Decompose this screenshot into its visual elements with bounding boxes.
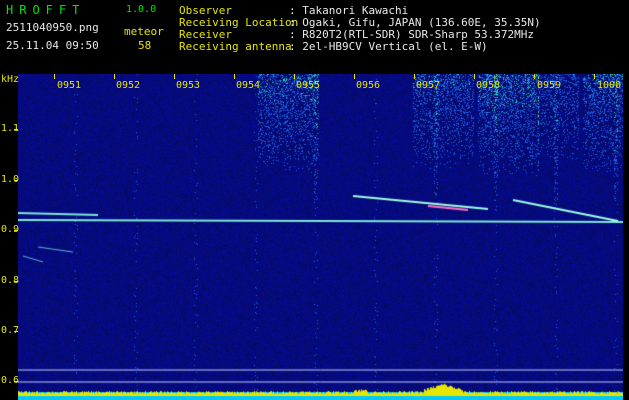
time-tick xyxy=(534,74,535,79)
time-tick-label: 0951 xyxy=(57,80,82,91)
y-tick xyxy=(14,281,18,282)
time-tick xyxy=(54,74,55,79)
time-tick xyxy=(234,74,235,79)
time-tick xyxy=(174,74,175,79)
time-tick xyxy=(414,74,415,79)
time-tick-label: 0955 xyxy=(296,80,321,91)
app-version: 1.0.0 xyxy=(126,4,157,15)
header-panel: HROFFT 1.0.0 2511040950.png 25.11.04 09:… xyxy=(0,0,629,74)
info-value-antenna: : 2el-HB9CV Vertical (el. E-W) xyxy=(289,40,488,53)
right-border xyxy=(623,74,629,400)
time-tick-label: 0952 xyxy=(116,80,141,91)
file-name: 2511040950.png xyxy=(6,21,99,34)
time-tick-label: 0958 xyxy=(476,80,501,91)
time-tick-label: 0954 xyxy=(236,80,261,91)
y-tick xyxy=(14,331,18,332)
time-tick-label: 0959 xyxy=(537,80,562,91)
axis-unit: kHz xyxy=(1,74,20,85)
time-tick xyxy=(294,74,295,79)
y-tick xyxy=(14,230,18,231)
app-logo: HROFFT xyxy=(6,3,86,17)
time-tick-label: 1000 xyxy=(597,80,622,91)
time-tick xyxy=(474,74,475,79)
y-tick xyxy=(14,381,18,382)
info-key-antenna: Receiving antenna xyxy=(179,40,292,53)
time-tick-label: 0953 xyxy=(176,80,201,91)
meteor-label: meteor xyxy=(124,25,164,38)
y-tick xyxy=(14,129,18,130)
spectrogram-canvas xyxy=(18,74,623,400)
y-tick xyxy=(14,180,18,181)
time-tick xyxy=(114,74,115,79)
time-tick-label: 0956 xyxy=(356,80,381,91)
time-tick xyxy=(594,74,595,79)
file-datetime: 25.11.04 09:50 xyxy=(6,39,99,52)
meteor-count: 58 xyxy=(138,39,152,52)
time-tick xyxy=(354,74,355,79)
time-tick-label: 0957 xyxy=(416,80,441,91)
